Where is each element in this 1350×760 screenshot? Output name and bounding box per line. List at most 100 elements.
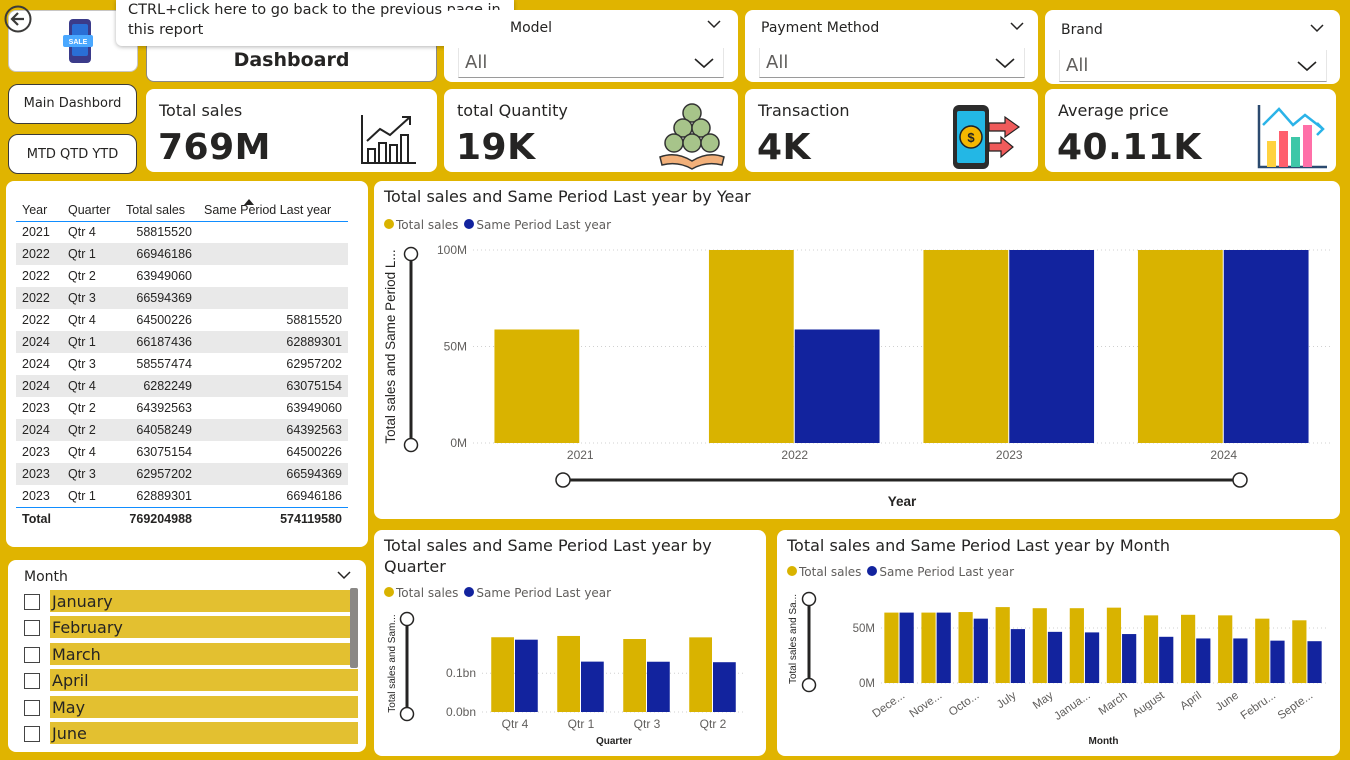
scrollbar[interactable] — [350, 588, 358, 668]
chart-bar[interactable] — [936, 612, 951, 683]
chart-bar[interactable] — [581, 661, 604, 712]
chart-bar[interactable] — [1218, 615, 1233, 683]
chart-bar[interactable] — [1122, 634, 1137, 683]
payment-method-slicer[interactable]: Payment Method All — [745, 10, 1038, 82]
chart-bar[interactable] — [1307, 641, 1322, 683]
chart-bar[interactable] — [1143, 615, 1159, 683]
chevron-down-icon[interactable] — [1009, 20, 1025, 32]
table-row[interactable]: 2023 Qtr 2 64392563 63949060 — [16, 397, 348, 419]
back-button[interactable] — [3, 4, 33, 34]
month-option-label: May — [50, 695, 358, 718]
chart-bar[interactable] — [923, 250, 1009, 443]
column-header-quarter[interactable]: Quarter — [62, 189, 120, 222]
table-row[interactable]: 2023 Qtr 3 62957202 66594369 — [16, 463, 348, 485]
chart-bar[interactable] — [491, 637, 514, 712]
month-option-label: January — [50, 590, 350, 612]
zoom-slider-handle[interactable] — [399, 706, 415, 722]
x-axis-title: Year — [888, 494, 917, 509]
chart-bar[interactable] — [1159, 636, 1174, 683]
chart-bar[interactable] — [1233, 638, 1248, 683]
model-slicer[interactable]: Model All — [444, 10, 738, 82]
zoom-slider-handle[interactable] — [801, 677, 817, 693]
zoom-slider-handle[interactable] — [403, 437, 419, 453]
month-option[interactable]: June — [24, 722, 360, 744]
mtd-qtd-ytd-button[interactable]: MTD QTD YTD — [8, 134, 137, 174]
chart-bar[interactable] — [557, 635, 580, 712]
chart-bar[interactable] — [1255, 618, 1270, 683]
chart-bar[interactable] — [1047, 631, 1063, 683]
month-option[interactable]: March — [24, 642, 360, 665]
chart-bar[interactable] — [1009, 250, 1095, 443]
zoom-slider-handle[interactable] — [801, 591, 817, 607]
checkbox[interactable] — [24, 673, 40, 690]
chart-bar[interactable] — [708, 250, 794, 443]
x-tick-label: 2021 — [567, 448, 594, 462]
chart-bar[interactable] — [1010, 629, 1025, 683]
month-option[interactable]: January — [24, 590, 360, 612]
column-header-total-sales[interactable]: Total sales — [120, 189, 198, 222]
chart-bar[interactable] — [623, 639, 646, 712]
chevron-down-icon[interactable] — [336, 569, 352, 581]
chart-bar[interactable] — [647, 661, 670, 712]
checkbox[interactable] — [24, 726, 40, 742]
month-option[interactable]: February — [24, 616, 360, 639]
checkbox[interactable] — [24, 646, 40, 663]
zoom-slider-handle[interactable] — [1232, 472, 1248, 488]
chart-bar[interactable] — [1181, 614, 1196, 683]
chart-bar[interactable] — [1196, 638, 1211, 683]
month-option[interactable]: April — [24, 669, 360, 692]
model-dropdown[interactable]: All — [458, 48, 724, 78]
zoom-slider-handle[interactable] — [399, 611, 415, 627]
chart-bar[interactable] — [1223, 250, 1309, 443]
chevron-down-icon[interactable] — [1309, 22, 1325, 34]
chart-bar[interactable] — [1069, 608, 1084, 683]
table-row[interactable]: 2022 Qtr 1 66946186 — [16, 243, 348, 265]
chart-bar[interactable] — [794, 329, 880, 443]
chart-bar[interactable] — [958, 612, 973, 683]
table-row[interactable]: 2022 Qtr 4 64500226 58815520 — [16, 309, 348, 331]
x-tick-label: May — [1031, 689, 1056, 711]
table-row[interactable]: 2023 Qtr 1 62889301 66946186 — [16, 485, 348, 507]
chart-bar[interactable] — [1292, 620, 1307, 683]
column-header-year[interactable]: Year — [16, 189, 62, 222]
table-row[interactable]: 2022 Qtr 3 66594369 — [16, 287, 348, 309]
column-header-same-period[interactable]: Same Period Last year — [198, 189, 348, 222]
month-slicer[interactable]: Month January February March April May June — [8, 560, 366, 752]
chart-bar[interactable] — [921, 612, 936, 683]
chart-bar[interactable] — [1137, 250, 1223, 443]
zoom-slider-handle[interactable] — [403, 246, 419, 262]
table-row[interactable]: 2024 Qtr 3 58557474 62957202 — [16, 353, 348, 375]
month-option[interactable]: May — [24, 695, 360, 718]
main-dashboard-button[interactable]: Main Dashbord — [8, 84, 137, 124]
table-row[interactable]: 2023 Qtr 4 63075154 64500226 — [16, 441, 348, 463]
table-row[interactable]: 2024 Qtr 4 6282249 63075154 — [16, 375, 348, 397]
chart-bar[interactable] — [995, 607, 1010, 683]
table-row[interactable]: 2021 Qtr 4 58815520 — [16, 221, 348, 243]
table-row[interactable]: 2024 Qtr 1 66187436 62889301 — [16, 331, 348, 353]
chart-bar[interactable] — [515, 639, 538, 712]
chart-bar[interactable] — [1032, 608, 1047, 683]
chevron-down-icon[interactable] — [706, 18, 722, 30]
chart-bar[interactable] — [884, 612, 899, 683]
chart-bar[interactable] — [1106, 607, 1122, 683]
checkbox[interactable] — [24, 594, 40, 610]
checkbox[interactable] — [24, 699, 40, 716]
zoom-slider-handle[interactable] — [555, 472, 571, 488]
table-row[interactable]: 2022 Qtr 2 63949060 — [16, 265, 348, 287]
chart-bar[interactable] — [713, 662, 736, 712]
table-row[interactable]: 2024 Qtr 2 64058249 64392563 — [16, 419, 348, 441]
chart-bar[interactable] — [899, 612, 914, 683]
brand-dropdown[interactable]: All — [1059, 50, 1327, 82]
y-axis-title: Total sales and Sa... — [788, 594, 799, 684]
month-option-label: March — [50, 642, 350, 665]
chart-bar[interactable] — [973, 618, 988, 683]
chart-bar[interactable] — [1270, 640, 1285, 683]
payment-method-dropdown[interactable]: All — [759, 48, 1025, 78]
chart-bar[interactable] — [1084, 632, 1100, 683]
chart-bar[interactable] — [494, 329, 580, 443]
table-cell: 64500226 — [286, 445, 342, 459]
table-cell: Qtr 4 — [68, 225, 96, 240]
brand-slicer[interactable]: Brand All — [1045, 10, 1340, 84]
checkbox[interactable] — [24, 620, 40, 637]
chart-bar[interactable] — [689, 637, 712, 712]
